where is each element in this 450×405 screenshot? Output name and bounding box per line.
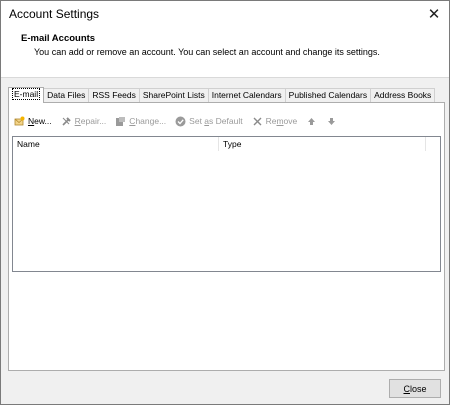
title-bar: Account Settings ✕ bbox=[1, 1, 449, 27]
change-button[interactable]: Change... bbox=[115, 116, 166, 127]
section-description: You can add or remove an account. You ca… bbox=[34, 47, 380, 57]
remove-icon bbox=[252, 116, 263, 127]
column-header-type[interactable]: Type bbox=[219, 137, 426, 151]
tab-sharepoint-lists[interactable]: SharePoint Lists bbox=[138, 88, 209, 102]
change-icon bbox=[115, 116, 126, 127]
column-header-name[interactable]: Name bbox=[13, 137, 219, 151]
section-heading: E-mail Accounts bbox=[21, 33, 96, 44]
account-settings-dialog: Account Settings ✕ E-mail Accounts You c… bbox=[0, 0, 450, 405]
list-header: Name Type bbox=[13, 137, 440, 151]
set-default-button[interactable]: Set as Default bbox=[175, 116, 243, 127]
tab-rss-feeds[interactable]: RSS Feeds bbox=[88, 88, 140, 102]
tab-address-books[interactable]: Address Books bbox=[370, 88, 436, 102]
new-account-button[interactable]: New... bbox=[14, 116, 52, 127]
move-down-button[interactable] bbox=[326, 116, 337, 127]
window-title: Account Settings bbox=[9, 7, 100, 21]
tab-data-files[interactable]: Data Files bbox=[43, 88, 90, 102]
tab-strip: E-mail Data Files RSS Feeds SharePoint L… bbox=[8, 87, 436, 103]
set-default-label: Set as Default bbox=[189, 116, 243, 126]
checkmark-icon bbox=[175, 116, 186, 127]
arrow-down-icon bbox=[326, 116, 337, 127]
repair-icon bbox=[61, 116, 72, 127]
remove-button[interactable]: Remove bbox=[252, 116, 298, 127]
close-button[interactable]: Close bbox=[389, 379, 441, 398]
dialog-header: E-mail Accounts You can add or remove an… bbox=[1, 27, 449, 78]
arrow-up-icon bbox=[306, 116, 317, 127]
new-account-label: New... bbox=[28, 116, 52, 126]
tab-published-calendars[interactable]: Published Calendars bbox=[284, 88, 372, 102]
new-account-icon bbox=[14, 116, 25, 127]
repair-button[interactable]: Repair... bbox=[61, 116, 107, 127]
tab-email[interactable]: E-mail bbox=[8, 87, 45, 103]
move-up-button[interactable] bbox=[306, 116, 317, 127]
remove-label: Remove bbox=[265, 116, 298, 126]
repair-label: Repair... bbox=[74, 116, 107, 126]
tab-internet-calendars[interactable]: Internet Calendars bbox=[207, 88, 286, 102]
account-toolbar: New... Repair... Change... Set as Defaul… bbox=[14, 113, 337, 129]
accounts-list[interactable]: Name Type bbox=[12, 136, 441, 272]
email-tab-panel: New... Repair... Change... Set as Defaul… bbox=[8, 102, 445, 371]
change-label: Change... bbox=[129, 116, 167, 126]
close-window-icon[interactable]: ✕ bbox=[419, 1, 449, 27]
